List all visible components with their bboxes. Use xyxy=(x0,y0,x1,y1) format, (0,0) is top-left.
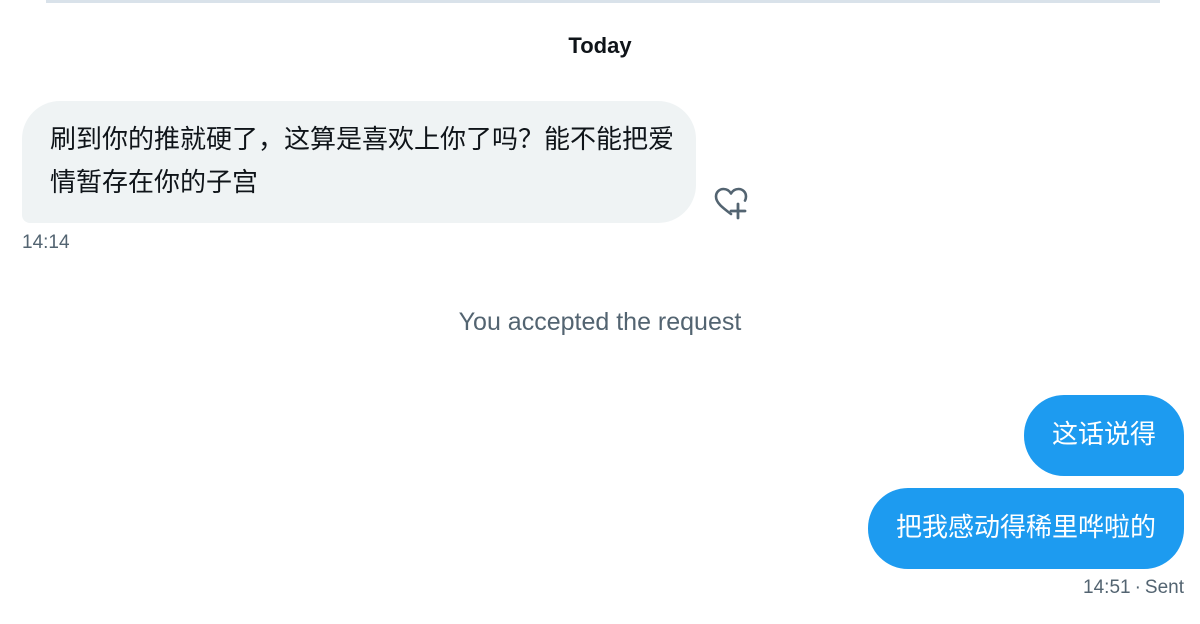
sent-status: Sent xyxy=(1144,577,1184,598)
received-message-bubble[interactable]: 刷到你的推就硬了，这算是喜欢上你了吗？能不能把爱情暂存在你的子宫 xyxy=(22,101,696,223)
meta-separator: · xyxy=(1134,577,1141,598)
date-header: Today xyxy=(568,33,632,58)
sent-message-bubble[interactable]: 这话说得 xyxy=(1023,395,1184,476)
top-divider xyxy=(46,0,1160,3)
sent-message-time: 14:51 xyxy=(1083,577,1131,598)
received-message-time: 14:14 xyxy=(22,232,70,253)
heart-plus-icon xyxy=(714,187,748,220)
sent-message-bubble[interactable]: 把我感动得稀里哗啦的 xyxy=(867,488,1184,569)
add-reaction-button[interactable] xyxy=(712,186,750,222)
sent-messages-group: 这话说得 把我感动得稀里哗啦的 xyxy=(867,395,1184,569)
sent-message-meta: 14:51 · Sent xyxy=(1083,577,1184,599)
request-accepted-note: You accepted the request xyxy=(458,308,742,336)
